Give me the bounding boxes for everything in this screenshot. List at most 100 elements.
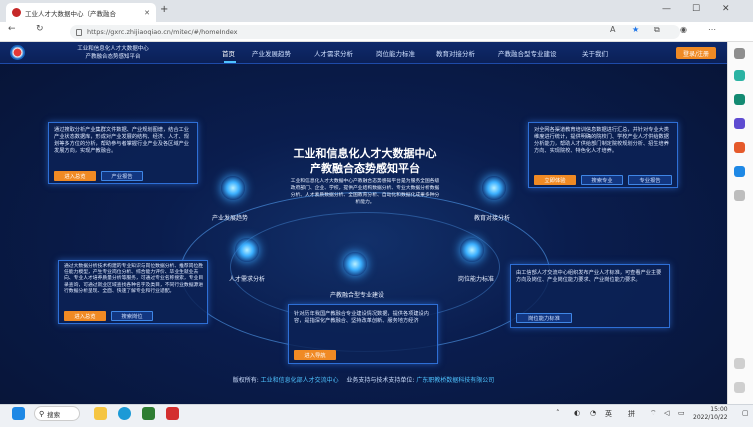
maximize-button[interactable]: ☐ <box>692 4 700 14</box>
ability-panel-text: 由工信部人才交流中心组织发布产业人才标准，可查看产业主要方向及岗位、产业岗位能力… <box>516 270 662 283</box>
talent-enter-button[interactable]: 进入总览 <box>64 311 106 321</box>
nav-industry-trend[interactable]: 产业发展趋势 <box>252 48 291 58</box>
ability-panel: 由工信部人才交流中心组织发布产业人才标准，可查看产业主要方向及岗位、产业岗位能力… <box>510 264 670 328</box>
sidebar-settings-icon[interactable] <box>734 382 745 393</box>
wps-icon[interactable] <box>166 407 179 420</box>
merge-node-icon[interactable] <box>343 252 367 276</box>
site-logo <box>10 45 25 60</box>
industry-panel: 通过搜取分析产业集群文件数据、产业规划图谱，结合工业产业状态数据库，形成对产业发… <box>48 122 198 184</box>
browser-tab[interactable]: 工业人才大数据中心（产教融合 ✕ <box>6 3 156 22</box>
nav-professional-building[interactable]: 产教融合型专业建设 <box>498 48 557 58</box>
minimize-button[interactable]: — <box>662 4 671 14</box>
industry-report-button[interactable]: 产业报告 <box>101 171 143 181</box>
talent-panel: 通过大数据分析技术构建的专业知识与岗位数据分析、推荐岗位胜任能力模型，产生专业岗… <box>58 260 208 324</box>
education-panel-text: 对全网各渠道教育培训信息数据进行汇总，并针对专业大类维度进行统计，提供明确的院校… <box>534 127 669 154</box>
site-favicon-icon <box>12 8 21 17</box>
clock-time: 15:00 <box>710 406 728 413</box>
input-lang-1[interactable]: 英 <box>605 409 612 419</box>
wifi-icon[interactable]: ⌔ <box>650 409 657 418</box>
copyright-label: 版权所有: <box>232 377 259 384</box>
clock-date: 2022/10/22 <box>693 414 728 421</box>
education-node-icon[interactable] <box>482 176 506 200</box>
merge-node-label[interactable]: 产教融合型专业建设 <box>330 290 384 299</box>
profile-icon[interactable]: ◉ <box>680 25 687 34</box>
search-job-button[interactable]: 搜索岗位 <box>111 311 153 321</box>
tray-expand-icon[interactable]: ˄ <box>556 409 560 417</box>
major-report-button[interactable]: 专业报告 <box>628 175 672 185</box>
collections-icon[interactable]: ⧉ <box>654 25 660 35</box>
industry-enter-button[interactable]: 进入总览 <box>54 171 96 181</box>
ability-standard-button[interactable]: 岗位能力标准 <box>516 313 572 323</box>
professional-nav-button[interactable]: 进入导航 <box>294 350 336 360</box>
talent-node-icon[interactable] <box>235 238 259 262</box>
notification-icon[interactable]: ▢ <box>742 409 749 417</box>
industry-panel-text: 通过搜取分析产业集群文件数据、产业规划图谱，结合工业产业状态数据库，形成对产业发… <box>54 127 189 154</box>
industry-node-icon[interactable] <box>221 176 245 200</box>
edge-icon[interactable] <box>118 407 131 420</box>
new-tab-button[interactable]: + <box>160 4 168 15</box>
office-icon[interactable] <box>734 142 745 153</box>
talent-panel-text: 通过大数据分析技术构建的专业知识与岗位数据分析、推荐岗位胜任能力模型，产生专业岗… <box>64 264 204 294</box>
professional-panel: 针对历年我国产教融合专业建设情况数据，提供各项建设内容，是指深化产教融合、坚持改… <box>288 304 438 364</box>
site-name-line1: 工业和信息化人才大数据中心 <box>77 46 149 52</box>
search-major-button[interactable]: 搜索专业 <box>581 175 623 185</box>
nav-education-analysis[interactable]: 教育对接分析 <box>436 48 475 58</box>
add-sidebar-icon[interactable] <box>734 190 745 201</box>
nav-active-indicator <box>224 61 236 63</box>
refresh-icon[interactable]: ↻ <box>36 24 44 34</box>
search-icon: ⚲ <box>39 409 45 418</box>
volume-icon[interactable]: ◁ <box>664 409 669 417</box>
login-register-button[interactable]: 登录/注册 <box>676 47 716 59</box>
web-page: 工业和信息化人才大数据中心 产教融合态势感知平台 首页 产业发展趋势 人才需求分… <box>0 42 727 404</box>
taskbar-search-box[interactable]: ⚲ 搜索 <box>34 406 80 421</box>
center-title-line2: 产教融合态势感知平台 <box>310 162 420 175</box>
file-explorer-icon[interactable] <box>94 407 107 420</box>
outlook-icon[interactable] <box>734 166 745 177</box>
url-field[interactable]: https://gxrc.zhijiaoqiao.cn/mitec/#/home… <box>70 25 680 39</box>
more-menu-icon[interactable]: ⋯ <box>708 25 716 34</box>
education-try-button[interactable]: 立即体验 <box>534 175 576 185</box>
start-menu-icon[interactable] <box>12 407 25 420</box>
taskbar-search-label: 搜索 <box>47 410 61 419</box>
battery-icon[interactable]: ▭ <box>678 409 685 417</box>
education-node-label[interactable]: 教育对接分析 <box>474 213 510 222</box>
ability-node-icon[interactable] <box>460 238 484 262</box>
favorite-star-icon[interactable]: ★ <box>632 25 639 34</box>
network-icon[interactable]: ◔ <box>590 409 596 417</box>
back-icon[interactable]: ← <box>8 24 16 34</box>
url-text: https://gxrc.zhijiaoqiao.cn/mitec/#/home… <box>87 28 238 36</box>
sidebar-toggle-icon[interactable] <box>734 358 745 369</box>
support-link[interactable]: 广东职教桥数据科技有限公司 <box>416 377 494 384</box>
industry-node-label[interactable]: 产业发展趋势 <box>212 213 248 222</box>
read-aloud-icon[interactable]: A <box>610 25 615 34</box>
nav-home[interactable]: 首页 <box>222 48 235 58</box>
talent-node-label[interactable]: 人才需求分析 <box>229 274 265 283</box>
site-footer: 版权所有: 工业和信息化部人才交流中心 业务支持与技术支持单位: 广东职教桥数据… <box>0 375 727 384</box>
ability-node-label[interactable]: 岗位能力标准 <box>458 274 494 283</box>
tab-title: 工业人才大数据中心（产教融合 <box>25 9 116 18</box>
education-panel: 对全网各渠道教育培训信息数据进行汇总，并针对专业大类维度进行统计，提供明确的院校… <box>528 122 678 188</box>
support-label: 业务支持与技术支持单位: <box>346 377 415 384</box>
center-description: 工业和信息化人才大数据中心产教融合态势感知平台是为服务全国各级政府部门、企业、学… <box>290 179 440 205</box>
input-lang-2[interactable]: 拼 <box>628 409 635 419</box>
shopping-icon[interactable] <box>734 70 745 81</box>
copyright-link[interactable]: 工业和信息化部人才交流中心 <box>261 377 339 384</box>
taskbar <box>0 404 753 427</box>
professional-panel-text: 针对历年我国产教融合专业建设情况数据，提供各项建设内容，是指深化产教融合、坚持改… <box>294 311 429 324</box>
nav-ability-standard[interactable]: 岗位能力标准 <box>376 48 415 58</box>
tools-icon[interactable] <box>734 94 745 105</box>
app-icon-green[interactable] <box>142 407 155 420</box>
search-sidebar-icon[interactable] <box>734 48 745 59</box>
clock[interactable]: 15:00 2022/10/22 <box>693 406 728 422</box>
center-title-line1: 工业和信息化人才大数据中心 <box>293 147 437 160</box>
tray-app-icon[interactable]: ◐ <box>574 409 580 417</box>
nav-about-us[interactable]: 关于我们 <box>582 48 608 58</box>
site-name: 工业和信息化人才大数据中心 产教融合态势感知平台 <box>58 45 168 61</box>
site-name-line2: 产教融合态势感知平台 <box>85 54 141 60</box>
center-title: 工业和信息化人才大数据中心 产教融合态势感知平台 <box>270 146 460 176</box>
tab-close-icon[interactable]: ✕ <box>144 9 150 17</box>
lock-icon <box>76 28 82 36</box>
nav-talent-demand[interactable]: 人才需求分析 <box>314 48 353 58</box>
games-icon[interactable] <box>734 118 745 129</box>
close-window-button[interactable]: ✕ <box>722 4 730 14</box>
